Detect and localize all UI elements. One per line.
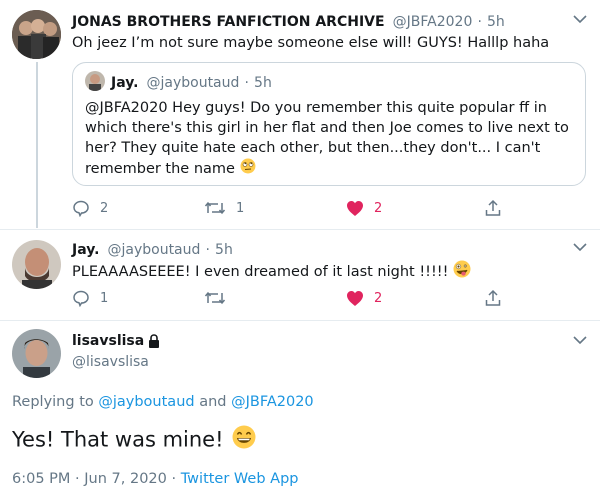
zany-face-emoji [453,260,471,284]
tweet-date[interactable]: Jun 7, 2020 [84,471,167,487]
display-name[interactable]: JONAS BROTHERS FANFICTION ARCHIVE [72,14,385,30]
replying-user-link[interactable]: @jayboutaud [98,394,194,410]
share-icon [485,289,501,306]
avatar-lisavslisa[interactable] [12,329,61,378]
share-button[interactable] [484,198,502,218]
like-count: 2 [374,200,383,216]
handle[interactable]: @lisavslisa [72,354,149,370]
chevron-down-icon[interactable] [570,333,590,347]
chevron-down-icon[interactable] [570,12,590,26]
reply-count: 1 [100,290,109,306]
tweet-text: Oh jeez I’m not sure maybe someone else … [72,35,550,51]
retweet-icon [204,201,226,215]
share-button[interactable] [484,288,502,308]
reply-count: 2 [100,200,109,216]
tweet-lisavslisa: lisavslisa @lisavslisa Replying to @jayb… [0,321,600,500]
tweet-meta: 6:05 PM · Jun 7, 2020 · Twitter Web App [12,471,299,487]
quote-text: @JBFA2020 Hey guys! Do you remember this… [85,98,581,180]
retweet-button[interactable]: 1 [204,198,244,218]
like-count: 2 [374,290,383,306]
retweet-count: 1 [236,200,245,216]
replying-user-link[interactable]: @JBFA2020 [231,394,314,410]
chevron-down-icon[interactable] [570,240,590,254]
tweet-time[interactable]: 6:05 PM [12,471,70,487]
quoted-tweet[interactable]: Jay. @jayboutaud · 5h @JBFA2020 Hey guys… [72,62,586,186]
separator-dot: · [477,14,482,30]
avatar-jbfa[interactable] [12,10,61,59]
grinning-face-emoji [232,425,256,456]
heart-icon [347,200,363,216]
thread-line [36,62,38,228]
reply-button[interactable]: 2 [72,198,108,218]
rolling-eyes-emoji [240,158,256,180]
reply-button[interactable]: 1 [72,288,108,308]
like-button[interactable]: 2 [346,198,382,218]
heart-icon [347,290,363,306]
lock-icon [148,334,160,348]
handle[interactable]: @JBFA2020 [393,14,473,30]
tweet-text: PLEAAAASEEEE! I even dreamed of it last … [72,260,582,284]
display-name[interactable]: lisavslisa [72,333,144,349]
quote-timestamp: 5h [254,75,272,91]
quote-separator-dot: · [244,75,249,91]
separator-dot: · [205,242,210,258]
reply-icon [73,290,89,307]
quote-handle: @jayboutaud [146,75,240,91]
like-button[interactable]: 2 [346,288,382,308]
avatar-quote [85,71,105,91]
reply-icon [73,200,89,217]
handle[interactable]: @jayboutaud [107,242,200,258]
tweet-text: Yes! That was mine! [12,425,256,456]
share-icon [485,199,501,216]
replying-to: Replying to @jayboutaud and @JBFA2020 [12,394,314,410]
tweet-jay[interactable]: Jay. @jayboutaud · 5h PLEAAAASEEEE! I ev… [0,230,600,320]
timestamp[interactable]: 5h [487,14,505,30]
tweet-source-link[interactable]: Twitter Web App [181,471,299,487]
timestamp[interactable]: 5h [215,242,233,258]
display-name[interactable]: Jay. [72,242,99,258]
retweet-button[interactable] [204,288,236,308]
quote-display-name: Jay. [111,75,139,91]
avatar-jay[interactable] [12,240,61,289]
tweet-jbfa[interactable]: JONAS BROTHERS FANFICTION ARCHIVE @JBFA2… [0,0,600,228]
retweet-icon [204,291,226,305]
